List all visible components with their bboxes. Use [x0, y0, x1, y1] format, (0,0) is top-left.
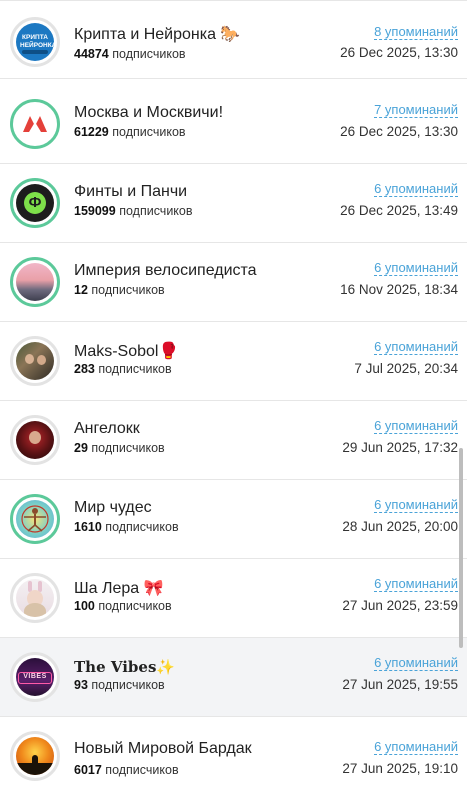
subscriber-number: 12: [74, 283, 88, 297]
subscriber-label: подписчиков: [105, 763, 179, 777]
mentions-link[interactable]: 6 упоминаний: [374, 576, 458, 592]
mention-date: 27 Jun 2025, 23:59: [342, 598, 458, 613]
channel-name: Крипта и Нейронка 🐎: [74, 24, 240, 44]
channel-name: Мир чудес: [74, 499, 152, 517]
scrollbar[interactable]: [459, 448, 463, 648]
subscriber-label: подписчиков: [105, 520, 179, 534]
channel-name-text: Финты и Панчи: [74, 183, 188, 200]
channel-row[interactable]: Новый Мировой Бардак 6017 подписчиков 6 …: [0, 717, 467, 800]
subscriber-count: 61229 подписчиков: [74, 125, 186, 139]
subscriber-number: 61229: [74, 125, 109, 139]
channel-name: Империя велосипедиста: [74, 262, 257, 280]
subscriber-count: 44874 подписчиков: [74, 47, 186, 61]
subscriber-count: 159099 подписчиков: [74, 204, 193, 218]
sunset-landscape-icon: [10, 257, 60, 307]
mentions-link[interactable]: 8 упоминаний: [374, 24, 458, 40]
ribbon-emoji-icon: 🎀: [143, 580, 164, 597]
subscriber-label: подписчиков: [98, 362, 172, 376]
mention-date: 28 Jun 2025, 20:00: [342, 519, 458, 534]
channel-row[interactable]: Москва и Москвичи! 61229 подписчиков 7 у…: [0, 85, 467, 164]
people-photo-icon: [10, 336, 60, 386]
mentions-link[interactable]: 6 упоминаний: [374, 339, 458, 355]
mention-date: 26 Dec 2025, 13:30: [340, 45, 458, 60]
vitruvian-man-icon: [10, 494, 60, 544]
channel-name: Москва и Москвичи!: [74, 104, 223, 122]
channel-row[interactable]: Империя велосипедиста 12 подписчиков 6 у…: [0, 243, 467, 322]
channel-name-text: The Vibes: [74, 658, 157, 676]
mention-date: 7 Jul 2025, 20:34: [354, 361, 458, 376]
subscriber-number: 29: [74, 441, 88, 455]
channel-row[interactable]: Ф Финты и Панчи 159099 подписчиков 6 упо…: [0, 164, 467, 243]
orange-sunset-silhouette-icon: [10, 731, 60, 781]
person-photo-icon: [10, 415, 60, 465]
sparkles-emoji-icon: ✨: [156, 658, 176, 676]
fp-logo-icon: Ф: [10, 178, 60, 228]
subscriber-label: подписчиков: [91, 283, 165, 297]
channel-row[interactable]: VIBES The Vibes✨ 93 подписчиков 6 упомин…: [0, 638, 467, 717]
mention-date: 26 Dec 2025, 13:49: [340, 203, 458, 218]
subscriber-number: 44874: [74, 47, 109, 61]
mention-date: 29 Jun 2025, 17:32: [342, 440, 458, 455]
subscriber-count: 100 подписчиков: [74, 599, 172, 613]
subscriber-number: 159099: [74, 204, 116, 218]
channel-name-text: Новый Мировой Бардак: [74, 740, 252, 757]
subscriber-number: 93: [74, 678, 88, 692]
channel-name-text: Maks-Sobol: [74, 343, 159, 360]
mentions-link[interactable]: 7 упоминаний: [374, 102, 458, 118]
mention-date: 27 Jun 2025, 19:10: [342, 761, 458, 776]
channel-row[interactable]: Мир чудес 1610 подписчиков 6 упоминаний …: [0, 480, 467, 559]
channel-name-text: Ша Лера: [74, 580, 140, 597]
channel-name: The Vibes✨: [74, 658, 175, 676]
subscriber-count: 1610 подписчиков: [74, 520, 179, 534]
subscriber-count: 29 подписчиков: [74, 441, 165, 455]
channel-row[interactable]: Maks-Sobol🥊 283 подписчиков 6 упоминаний…: [0, 322, 467, 401]
subscriber-label: подписчиков: [112, 47, 186, 61]
channel-name: Maks-Sobol🥊: [74, 341, 178, 361]
channel-row[interactable]: Ша Лера 🎀 100 подписчиков 6 упоминаний 2…: [0, 559, 467, 638]
subscriber-count: 93 подписчиков: [74, 678, 165, 692]
bunny-girl-photo-icon: [10, 573, 60, 623]
channel-name-text: Империя велосипедиста: [74, 262, 257, 279]
subscriber-label: подписчиков: [91, 441, 165, 455]
channel-name: Финты и Панчи: [74, 183, 187, 201]
mentions-link[interactable]: 6 упоминаний: [374, 655, 458, 671]
subscriber-number: 6017: [74, 763, 102, 777]
subscriber-number: 100: [74, 599, 95, 613]
subscriber-label: подписчиков: [98, 599, 172, 613]
subscriber-count: 12 подписчиков: [74, 283, 165, 297]
channel-row[interactable]: КРИПТА НЕЙРОНКА Крипта и Нейронка 🐎 4487…: [0, 0, 467, 79]
subscriber-number: 283: [74, 362, 95, 376]
mentions-link[interactable]: 6 упоминаний: [374, 497, 458, 513]
horse-emoji-icon: 🐎: [220, 26, 241, 43]
channel-name-text: Москва и Москвичи!: [74, 104, 224, 121]
channel-name-text: Мир чудес: [74, 499, 152, 516]
subscriber-label: подписчиков: [91, 678, 165, 692]
subscriber-count: 283 подписчиков: [74, 362, 172, 376]
mentions-link[interactable]: 6 упоминаний: [374, 418, 458, 434]
moscow-metro-m-icon: [10, 99, 60, 149]
subscriber-label: подписчиков: [112, 125, 186, 139]
mention-date: 26 Dec 2025, 13:30: [340, 124, 458, 139]
channel-row[interactable]: Ангелокк 29 подписчиков 6 упоминаний 29 …: [0, 401, 467, 480]
channel-name-text: Ангелокк: [74, 420, 140, 437]
mention-date: 16 Nov 2025, 18:34: [340, 282, 458, 297]
channel-name: Ша Лера 🎀: [74, 578, 164, 598]
subscriber-label: подписчиков: [119, 204, 193, 218]
channel-name: Ангелокк: [74, 420, 140, 438]
crypto-neural-logo-icon: КРИПТА НЕЙРОНКА: [10, 17, 60, 67]
channel-name: Новый Мировой Бардак: [74, 740, 252, 758]
vibes-neon-sign-icon: VIBES: [10, 652, 60, 702]
boxing-glove-emoji-icon: 🥊: [158, 343, 179, 360]
subscriber-count: 6017 подписчиков: [74, 763, 179, 777]
mentions-link[interactable]: 6 упоминаний: [374, 739, 458, 755]
mentions-link[interactable]: 6 упоминаний: [374, 260, 458, 276]
subscriber-number: 1610: [74, 520, 102, 534]
mention-date: 27 Jun 2025, 19:55: [342, 677, 458, 692]
mentions-link[interactable]: 6 упоминаний: [374, 181, 458, 197]
channel-name-text: Крипта и Нейронка: [74, 26, 216, 43]
